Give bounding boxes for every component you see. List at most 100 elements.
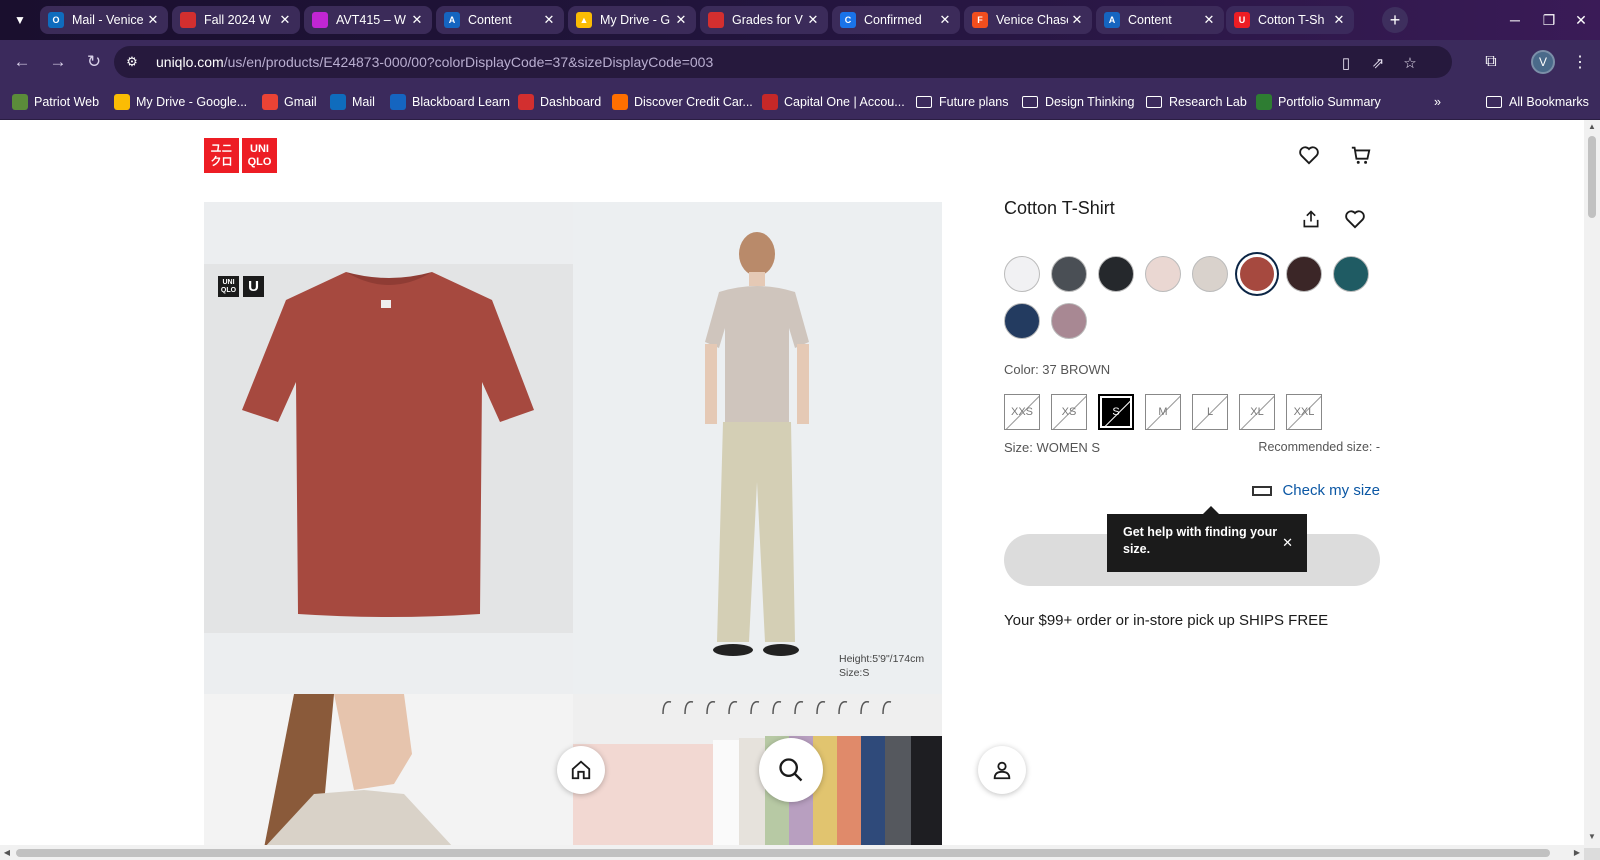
forward-icon[interactable]: → [46,50,70,74]
color-swatch[interactable] [1145,256,1181,292]
size-option[interactable]: XXS [1004,394,1040,430]
tooltip-close-icon[interactable]: ✕ [1282,534,1293,551]
wishlist-heart-icon[interactable] [1296,142,1322,168]
tab-close-icon[interactable]: ✕ [540,12,558,28]
size-option[interactable]: XL [1239,394,1275,430]
install-app-icon[interactable]: ⇗ [1368,53,1388,73]
vertical-scrollbar[interactable]: ▲ ▼ [1584,120,1600,848]
search-button[interactable] [759,738,823,802]
page-action-icon[interactable]: ▯ [1336,53,1356,73]
size-option[interactable]: S [1098,394,1134,430]
minimize-button[interactable]: ─ [1500,8,1530,32]
tab-search-chevron-icon[interactable]: ▼ [6,6,34,34]
horizontal-scrollbar[interactable]: ◀ ▶ [0,845,1584,860]
cart-icon[interactable] [1348,142,1374,168]
product-image-hangers[interactable] [573,694,942,848]
tab-close-icon[interactable]: ✕ [936,12,954,28]
bookmark-item[interactable]: Design Thinking [1022,92,1134,112]
browser-tab[interactable]: F Venice Chase ✕ [964,6,1092,34]
bookmark-item[interactable]: Gmail [262,92,317,112]
color-swatch[interactable] [1051,256,1087,292]
search-icon [779,758,803,782]
size-option[interactable]: M [1145,394,1181,430]
color-swatch[interactable] [1004,303,1040,339]
address-bar[interactable]: ⚙ uniqlo.com/us/en/products/E424873-000/… [114,46,1452,78]
size-label: Size: WOMEN S [1004,440,1101,455]
size-option-label: XXL [1293,406,1315,418]
tab-close-icon[interactable]: ✕ [276,12,294,28]
bookmark-item[interactable]: Blackboard Learn [390,92,510,112]
tab-title: Content [468,13,512,27]
back-icon[interactable]: ← [10,50,34,74]
tab-close-icon[interactable]: ✕ [1200,12,1218,28]
favorite-heart-icon[interactable] [1342,206,1368,232]
restore-button[interactable]: ❐ [1534,8,1564,32]
site-info-icon[interactable]: ⚙ [122,52,142,72]
size-help-tooltip: Get help with finding your size. ✕ [1107,506,1307,572]
color-swatch[interactable] [1098,256,1134,292]
browser-tab[interactable]: ▲ My Drive - G ✕ [568,6,696,34]
uniqlo-logo[interactable]: ユニ クロ UNI QLO [204,138,277,173]
bookmark-item[interactable]: Research Lab [1146,92,1247,112]
tab-close-icon[interactable]: ✕ [804,12,822,28]
product-image-flat[interactable]: UNI QLO U [204,202,573,694]
color-swatch[interactable] [1004,256,1040,292]
tab-close-icon[interactable]: ✕ [1330,12,1348,28]
reload-icon[interactable]: ↻ [82,50,106,74]
bookmark-item[interactable]: Future plans [916,92,1008,112]
color-swatch[interactable] [1239,256,1275,292]
browser-tab[interactable]: Fall 2024 W ✕ [172,6,300,34]
color-swatch[interactable] [1286,256,1322,292]
product-image-model[interactable]: Height:5'9"/174cm Size:S [573,202,942,694]
tab-favicon-icon: ▲ [576,12,592,28]
browser-tab[interactable]: U Cotton T-Sh ✕ [1226,6,1354,34]
browser-tab[interactable]: C Confirmed ✕ [832,6,960,34]
bookmark-label: Future plans [939,95,1009,109]
all-bookmarks[interactable]: All Bookmarks [1486,92,1589,112]
model-height: Height:5'9"/174cm [839,653,925,665]
bookmark-favicon-icon [518,94,534,110]
bookmark-item[interactable]: Portfolio Summary [1256,92,1381,112]
bookmark-item[interactable]: Patriot Web [12,92,99,112]
color-swatch[interactable] [1333,256,1369,292]
size-option[interactable]: XS [1051,394,1087,430]
model-figure [705,232,809,656]
tab-close-icon[interactable]: ✕ [672,12,690,28]
browser-tab[interactable]: A Content ✕ [436,6,564,34]
hangers-image [573,701,942,848]
tab-close-icon[interactable]: ✕ [144,12,162,28]
bookmark-favicon-icon [390,94,406,110]
bookmark-item[interactable]: Mail [330,92,375,112]
shipping-note: Your $99+ order or in-store pick up SHIP… [1004,612,1329,629]
tab-title: Mail - Venice [72,13,144,27]
home-button[interactable] [557,746,605,794]
url-text[interactable]: uniqlo.com/us/en/products/E424873-000/00… [156,54,713,70]
profile-avatar[interactable]: V [1531,50,1555,74]
bookmark-item[interactable]: Dashboard [518,92,601,112]
account-button[interactable] [978,746,1026,794]
size-option-label: XXS [1010,406,1033,418]
bookmark-item[interactable]: Capital One | Accou... [762,92,905,112]
browser-tab[interactable]: A Content ✕ [1096,6,1224,34]
browser-tab[interactable]: O Mail - Venice ✕ [40,6,168,34]
share-icon[interactable] [1298,206,1324,232]
browser-menu-icon[interactable]: ⋮ [1570,50,1590,74]
check-my-size-link[interactable]: Check my size [1252,482,1380,499]
new-tab-button[interactable]: + [1382,7,1408,33]
bookmark-item[interactable]: My Drive - Google... [114,92,247,112]
bookmark-star-icon[interactable]: ☆ [1400,53,1420,73]
color-swatch[interactable] [1192,256,1228,292]
tab-title: My Drive - G [600,13,671,27]
more-bookmarks-icon[interactable]: » [1434,92,1441,112]
browser-tab[interactable]: AVT415 – W ✕ [304,6,432,34]
browser-tab[interactable]: Grades for V ✕ [700,6,828,34]
product-image-closeup[interactable] [204,694,573,848]
extensions-icon[interactable]: ⧉ [1479,50,1503,74]
close-window-button[interactable]: ✕ [1566,8,1596,32]
size-option[interactable]: XXL [1286,394,1322,430]
size-option[interactable]: L [1192,394,1228,430]
tab-close-icon[interactable]: ✕ [408,12,426,28]
bookmark-item[interactable]: Discover Credit Car... [612,92,753,112]
color-swatch[interactable] [1051,303,1087,339]
tab-close-icon[interactable]: ✕ [1068,12,1086,28]
